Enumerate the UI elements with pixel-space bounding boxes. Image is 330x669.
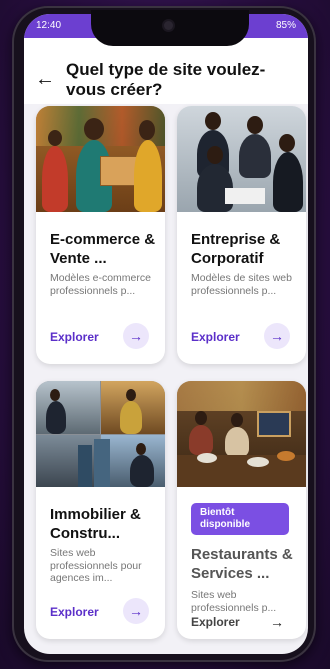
app-screen: 12:40 85% ← Quel type de site voulez-vou… [24,14,308,654]
explore-link[interactable]: Explorer [50,605,99,619]
card-title: Immobilier & Constru... [50,506,141,542]
explore-link[interactable]: Explorer [191,330,240,344]
camera-notch [91,10,249,46]
card-description: Modèles de sites web professionnels p... [191,272,292,297]
page-title: Quel type de site voulez-vous créer? [66,60,266,99]
coming-soon-badge: Bientôt disponible [191,503,289,535]
category-card-realestate[interactable]: Immobilier & Constru... Sites web profes… [36,381,165,639]
corporate-image [177,106,306,212]
arrow-right-icon: → [270,614,284,630]
category-card-corporate[interactable]: Entreprise & Corporatif Modèles de sites… [177,106,306,364]
explore-link: Explorer [191,615,240,629]
explore-link[interactable]: Explorer [50,330,99,344]
card-title: Restaurants & Services ... [191,546,293,582]
ecommerce-image [36,106,165,212]
category-card-restaurants: Bientôt disponible Restaurants & Service… [177,381,306,639]
card-title: E-commerce & Vente ... [50,231,156,267]
arrow-right-icon[interactable]: → [264,323,290,349]
arrow-right-icon[interactable]: → [123,598,149,624]
realestate-image [36,381,165,487]
camera-icon [164,21,173,30]
restaurants-image [177,381,306,487]
category-card-ecommerce[interactable]: E-commerce & Vente ... Modèles e-commerc… [36,106,165,364]
battery-level: 85% [275,20,296,31]
page-header: ← Quel type de site voulez-vous créer? [24,38,308,104]
card-title: Entreprise & Corporatif [191,231,281,267]
status-time: 12:40 [36,20,62,31]
arrow-left-icon[interactable]: ← [34,68,56,90]
card-description: Modèles e-commerce professionnels p... [50,272,151,297]
arrow-right-icon[interactable]: → [123,323,149,349]
card-description: Sites web professionnels pour agences im… [50,547,142,584]
